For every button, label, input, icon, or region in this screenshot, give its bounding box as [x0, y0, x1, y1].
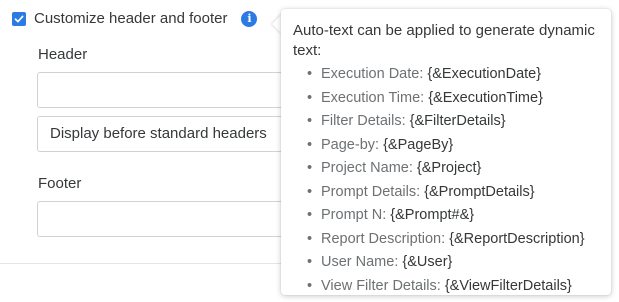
list-item: • Execution Time: {&ExecutionTime} [307, 89, 543, 106]
customize-checkbox[interactable] [12, 12, 26, 26]
section-divider [0, 263, 300, 264]
auto-text-tooltip: Auto-text can be applied to generate dyn… [281, 9, 611, 295]
list-item: • Prompt Details: {&PromptDetails} [307, 183, 535, 200]
header-position-select[interactable]: Display before standard headers [37, 116, 297, 152]
list-item: • Execution Date: {&ExecutionDate} [307, 66, 542, 82]
customize-header-footer-option[interactable]: Customize header and footer i [12, 9, 258, 29]
checkmark-icon [14, 15, 24, 23]
list-item: • Prompt N: {&Prompt#&} [307, 207, 475, 223]
list-item: • View Filter Details: {&ViewFilterDetail… [307, 277, 572, 294]
tooltip-intro: Auto-text can be applied to generate dyn… [293, 22, 595, 59]
list-item: • Filter Details: {&FilterDetails} [307, 113, 506, 129]
list-item: • Page-by: {&PageBy} [307, 136, 454, 153]
footer-input[interactable] [37, 201, 297, 237]
auto-text-list: • Execution Date: {&ExecutionDate} • Execu… [293, 63, 599, 298]
list-item: • Report Description: {&ReportDescription… [307, 230, 585, 247]
info-icon[interactable]: i [241, 11, 258, 27]
list-item: • User Name: {&User} [307, 254, 453, 270]
footer-label: Footer [38, 175, 82, 192]
header-input[interactable] [37, 72, 297, 108]
customize-label: Customize header and footer [34, 10, 228, 27]
list-item: • Project Name: {&Project} [307, 160, 482, 176]
header-footer-panel: Customize header and footer i Header Dis… [0, 0, 619, 302]
header-label: Header [38, 46, 88, 63]
